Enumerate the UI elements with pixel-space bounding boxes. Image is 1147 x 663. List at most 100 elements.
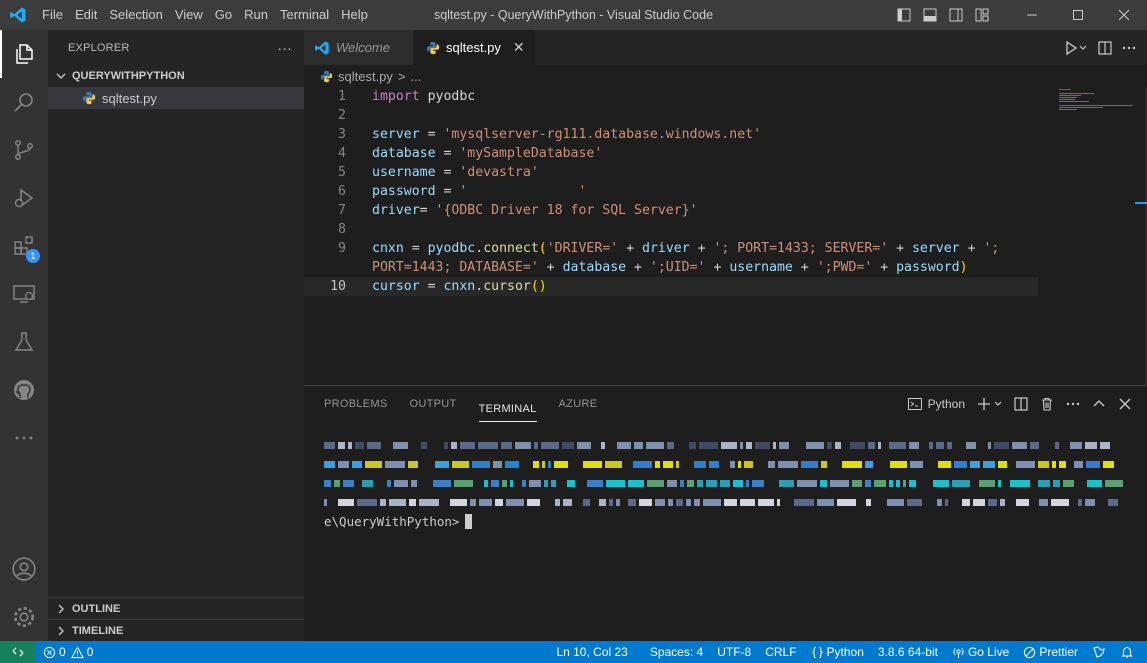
- close-tab-icon[interactable]: ✕: [513, 39, 525, 56]
- terminal-instance[interactable]: Python: [901, 392, 971, 416]
- customize-layout-icon[interactable]: [969, 0, 995, 30]
- tab-problems[interactable]: PROBLEMS: [324, 386, 388, 422]
- remote-indicator-icon[interactable]: [0, 641, 36, 663]
- breadcrumb: sqltest.py > ...: [304, 65, 1147, 87]
- menu-selection[interactable]: Selection: [103, 0, 168, 30]
- obscured-pixel-block: [586, 480, 604, 487]
- new-terminal-icon[interactable]: [973, 392, 1007, 416]
- menu-view[interactable]: View: [169, 0, 209, 30]
- menu-edit[interactable]: Edit: [69, 0, 103, 30]
- obscured-pixel-block: [730, 461, 735, 468]
- manage-gear-icon[interactable]: [0, 593, 48, 641]
- more-actions-icon[interactable]: [1117, 36, 1141, 60]
- line-number: 6: [338, 184, 346, 199]
- explorer-more-icon[interactable]: ···: [277, 40, 292, 56]
- toggle-secondary-sidebar-icon[interactable]: [943, 0, 969, 30]
- obscured-pixel-block: [1085, 499, 1095, 506]
- go-live-button[interactable]: Go Live: [945, 641, 1016, 663]
- code-editor[interactable]: 1 import pyodbc 2 3 server = 'mysqlserve…: [304, 87, 1147, 296]
- github-icon[interactable]: [0, 366, 48, 414]
- toggle-panel-icon[interactable]: [917, 0, 943, 30]
- split-editor-icon[interactable]: [1093, 36, 1117, 60]
- chevron-right-icon: [54, 626, 68, 636]
- more-icon[interactable]: [0, 414, 48, 462]
- outline-section[interactable]: OUTLINE: [48, 597, 304, 619]
- encoding[interactable]: UTF-8: [710, 641, 758, 663]
- obscured-pixel-block: [393, 442, 408, 449]
- search-icon[interactable]: [0, 78, 48, 126]
- menu-file[interactable]: File: [36, 0, 69, 30]
- obscured-pixel-block: [779, 442, 790, 449]
- obscured-pixel-block: [633, 461, 652, 468]
- terminal-content[interactable]: e\QueryWithPython>: [324, 436, 1124, 531]
- code-line: 9 cnxn = pyodbc.connect('DRIVER=' + driv…: [304, 239, 1147, 258]
- menu-terminal[interactable]: Terminal: [274, 0, 335, 30]
- testing-icon[interactable]: [0, 318, 48, 366]
- folder-section[interactable]: QUERYWITHPYTHON: [48, 65, 304, 87]
- obscured-pixel-block: [583, 461, 602, 468]
- maximize-panel-chevron-up-icon[interactable]: [1087, 392, 1111, 416]
- menu-help[interactable]: Help: [335, 0, 374, 30]
- run-debug-icon[interactable]: [0, 174, 48, 222]
- source-control-icon[interactable]: [0, 126, 48, 174]
- remote-explorer-icon[interactable]: [0, 270, 48, 318]
- obscured-pixel-block: [534, 442, 538, 449]
- split-terminal-icon[interactable]: [1009, 392, 1033, 416]
- tab-sqltest[interactable]: sqltest.py ✕: [414, 30, 536, 65]
- feedback-icon[interactable]: [1085, 641, 1113, 663]
- timeline-section[interactable]: TIMELINE: [48, 619, 304, 641]
- tab-output[interactable]: OUTPUT: [410, 386, 457, 422]
- close-window-icon[interactable]: [1101, 0, 1147, 30]
- code-token: password: [896, 260, 960, 275]
- breadcrumb-rest[interactable]: ...: [411, 69, 422, 84]
- minimap[interactable]: [1057, 87, 1137, 147]
- obscured-pixel-block: [819, 480, 827, 487]
- obscured-pixel-block: [505, 461, 519, 468]
- obscured-pixel-block: [1105, 480, 1123, 487]
- obscured-pixel-block: [555, 499, 560, 506]
- obscured-pixel-block: [1100, 442, 1110, 449]
- explorer-title: EXPLORER: [68, 41, 130, 54]
- run-python-icon[interactable]: [1059, 36, 1093, 60]
- problems-status[interactable]: 0 0: [36, 641, 100, 663]
- tab-terminal[interactable]: TERMINAL: [478, 396, 537, 422]
- cursor-position[interactable]: Ln 10, Col 23: [549, 641, 634, 663]
- obscured-pixel-block: [721, 442, 737, 449]
- menu-go[interactable]: Go: [209, 0, 238, 30]
- obscured-pixel-block: [970, 461, 980, 468]
- prettier-status[interactable]: Prettier: [1016, 641, 1085, 663]
- kill-terminal-trash-icon[interactable]: [1035, 392, 1059, 416]
- line-number: [304, 258, 346, 277]
- obscured-pixel-block: [501, 480, 507, 487]
- obscured-pixel-block: [1009, 480, 1030, 487]
- line-number: 8: [338, 222, 346, 237]
- toggle-sidebar-icon[interactable]: [891, 0, 917, 30]
- tab-welcome[interactable]: Welcome: [304, 30, 414, 65]
- obscured-pixel-block: [676, 499, 683, 506]
- language-mode[interactable]: Python: [804, 641, 871, 663]
- close-panel-icon[interactable]: [1113, 392, 1137, 416]
- explorer-icon[interactable]: [0, 30, 48, 78]
- panel-more-icon[interactable]: [1061, 392, 1085, 416]
- explorer-header: EXPLORER ···: [48, 30, 304, 65]
- indentation[interactable]: Spaces: 4: [643, 641, 710, 663]
- breadcrumb-file[interactable]: sqltest.py: [338, 69, 393, 84]
- breadcrumb-separator: >: [397, 68, 406, 84]
- tab-azure[interactable]: AZURE: [559, 386, 598, 422]
- obscured-pixel-block: [561, 442, 575, 449]
- obscured-pixel-block: [491, 480, 499, 487]
- terminal-prompt: e\QueryWithPython>: [324, 514, 460, 529]
- account-icon[interactable]: [0, 545, 48, 593]
- maximize-icon[interactable]: [1055, 0, 1101, 30]
- python-interpreter[interactable]: 3.8.6 64-bit: [871, 641, 945, 663]
- notifications-bell-icon[interactable]: [1113, 641, 1141, 663]
- menu-run[interactable]: Run: [238, 0, 274, 30]
- extensions-icon[interactable]: 1: [0, 222, 48, 270]
- obscured-pixel-block: [577, 442, 591, 449]
- obscured-pixel-block: [668, 499, 673, 506]
- obscured-pixel-block: [1053, 480, 1061, 487]
- code-token: cnxn: [372, 241, 404, 256]
- file-item-sqltest[interactable]: sqltest.py: [48, 87, 304, 109]
- minimize-icon[interactable]: [1009, 0, 1055, 30]
- end-of-line[interactable]: CRLF: [758, 641, 803, 663]
